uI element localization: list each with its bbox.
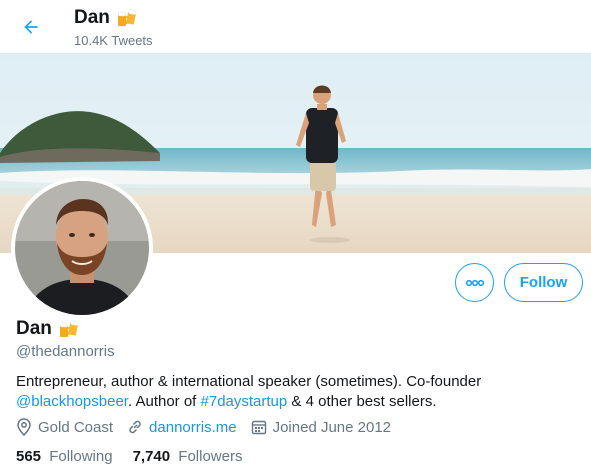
beer-icon <box>59 320 79 337</box>
calendar-icon <box>251 420 266 435</box>
link-icon <box>129 420 141 434</box>
arrow-left-icon <box>24 20 38 34</box>
followers-label: Followers <box>178 448 243 465</box>
header-title: Dan <box>74 7 138 29</box>
website-link[interactable]: dannorris.me <box>149 419 237 436</box>
follow-button[interactable]: Follow <box>504 263 583 302</box>
profile-stats: 565 Following 7,740 Followers <box>16 448 262 465</box>
profile-bio: Entrepreneur, author & international spe… <box>16 372 576 412</box>
avatar-photo <box>15 181 149 315</box>
beer-icon <box>117 9 137 26</box>
joined-item: Joined June 2012 <box>251 419 391 436</box>
header-name-text: Dan <box>74 7 110 28</box>
following-label: Following <box>49 448 113 465</box>
tweet-count: 10.4K Tweets <box>74 33 153 48</box>
location-item: Gold Coast <box>16 418 113 436</box>
profile-name: Dan <box>16 318 80 340</box>
joined-text: Joined June 2012 <box>272 418 392 436</box>
profile-name-text: Dan <box>16 318 52 339</box>
website-item[interactable]: dannorris.me <box>127 419 237 436</box>
following-count: 565 <box>16 448 42 465</box>
more-options-button[interactable] <box>455 263 494 302</box>
followers-stat[interactable]: 7,740 Followers <box>133 448 243 465</box>
profile-avatar[interactable] <box>11 177 153 319</box>
bio-hashtag-link[interactable]: #7daystartup <box>201 393 288 410</box>
location-text: Gold Coast <box>38 418 114 436</box>
bio-text: . Author of <box>127 393 201 410</box>
profile-header: Dan 10.4K Tweets <box>0 0 591 53</box>
more-dots-icon <box>465 279 484 286</box>
following-stat[interactable]: 565 Following <box>16 448 113 465</box>
profile-handle: @thedannorris <box>16 343 115 360</box>
location-pin-icon <box>17 418 31 436</box>
bio-text: & 4 other best sellers. <box>287 393 437 410</box>
bio-text: Entrepreneur, author & international spe… <box>16 373 482 390</box>
profile-meta: Gold Coast dannorris.me Joined June 2012 <box>16 418 405 436</box>
bio-mention-link[interactable]: @blackhopsbeer <box>16 393 128 410</box>
followers-count: 7,740 <box>132 448 171 465</box>
back-button[interactable] <box>14 10 48 44</box>
